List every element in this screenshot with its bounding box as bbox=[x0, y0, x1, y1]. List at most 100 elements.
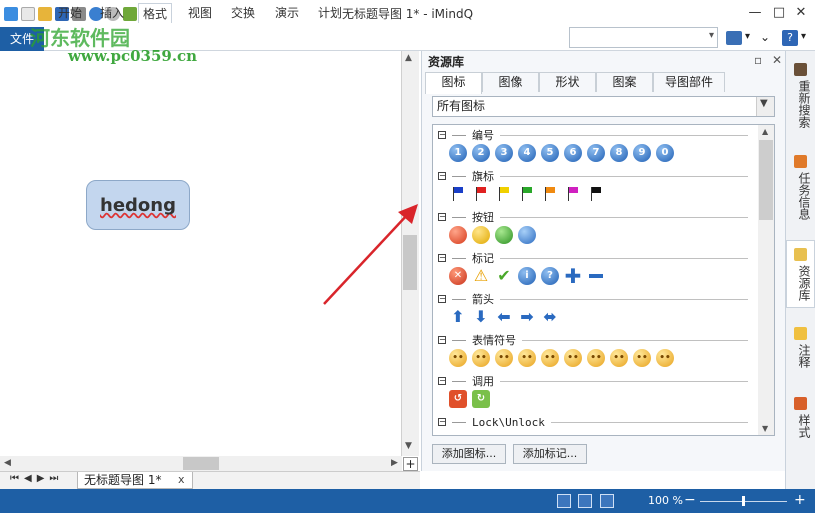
group-header-arrows[interactable]: − 箭头 bbox=[438, 292, 748, 306]
tab-exchange[interactable]: 交换 bbox=[227, 3, 259, 23]
smile-9-icon[interactable]: •• bbox=[633, 349, 651, 367]
collapse-icon[interactable]: − bbox=[438, 131, 446, 139]
zoom-out-button[interactable]: − bbox=[684, 492, 696, 508]
canvas-horizontal-scroll-thumb[interactable] bbox=[183, 457, 219, 470]
zoom-in-button[interactable]: + bbox=[794, 492, 806, 508]
tab-shapes[interactable]: 形状 bbox=[539, 72, 596, 92]
maximize-button[interactable]: □ bbox=[768, 4, 790, 22]
number-5-icon[interactable]: 5 bbox=[541, 144, 559, 162]
number-2-icon[interactable]: 2 bbox=[472, 144, 490, 162]
group-header-flags[interactable]: − 旗标 bbox=[438, 169, 748, 183]
close-button[interactable]: ✕ bbox=[790, 4, 812, 22]
tab-patterns[interactable]: 图案 bbox=[596, 72, 653, 92]
tab-plan[interactable]: 计划 bbox=[314, 3, 346, 23]
sidebar-item-library[interactable]: 资源库 bbox=[789, 265, 813, 301]
collapse-icon[interactable]: − bbox=[438, 377, 446, 385]
group-header-emoticons[interactable]: − 表情符号 bbox=[438, 333, 748, 347]
tab-home[interactable]: 开始 bbox=[54, 3, 86, 23]
arrow-down-icon[interactable]: ⬇ bbox=[472, 308, 490, 326]
search-input[interactable] bbox=[569, 27, 718, 48]
number-6-icon[interactable]: 6 bbox=[564, 144, 582, 162]
number-7-icon[interactable]: 7 bbox=[587, 144, 605, 162]
number-8-icon[interactable]: 8 bbox=[610, 144, 628, 162]
tab-view[interactable]: 视图 bbox=[184, 3, 216, 23]
scroll-right-icon[interactable]: ▶ bbox=[391, 458, 398, 468]
number-3-icon[interactable]: 3 bbox=[495, 144, 513, 162]
number-1-icon[interactable]: 1 bbox=[449, 144, 467, 162]
group-header-marks[interactable]: − 标记 bbox=[438, 251, 748, 265]
collapse-icon[interactable]: − bbox=[438, 213, 446, 221]
flag-orange-icon[interactable] bbox=[541, 185, 559, 203]
help-dropdown-icon[interactable]: ▾ bbox=[801, 31, 806, 42]
add-sheet-icon[interactable]: + bbox=[403, 457, 418, 471]
smile-1-icon[interactable]: •• bbox=[449, 349, 467, 367]
flag-red-icon[interactable] bbox=[472, 185, 490, 203]
question-icon[interactable]: ? bbox=[541, 267, 559, 285]
sidebar-item-task-info[interactable]: 任务信息 bbox=[789, 172, 813, 220]
smile-3-icon[interactable]: •• bbox=[495, 349, 513, 367]
canvas-vertical-scroll-thumb[interactable] bbox=[403, 235, 417, 290]
fit-width-icon[interactable] bbox=[578, 494, 592, 508]
button-yellow-icon[interactable] bbox=[472, 226, 490, 244]
minimize-button[interactable]: — bbox=[744, 4, 766, 22]
map-canvas[interactable] bbox=[0, 51, 402, 456]
group-header-lock-unlock[interactable]: − Lock\Unlock bbox=[438, 415, 748, 429]
help-button[interactable]: ? bbox=[782, 30, 798, 46]
topic-node[interactable]: hedong bbox=[86, 180, 190, 230]
plus-icon[interactable]: ✚ bbox=[564, 266, 582, 286]
collapse-icon[interactable]: − bbox=[438, 418, 446, 426]
flag-black-icon[interactable] bbox=[587, 185, 605, 203]
zoom-slider-thumb[interactable] bbox=[742, 496, 745, 506]
scroll-up-icon[interactable]: ▲ bbox=[405, 53, 412, 63]
warning-icon[interactable]: ⚠ bbox=[472, 267, 490, 285]
minus-icon[interactable] bbox=[587, 267, 605, 285]
scroll-left-icon[interactable]: ◀ bbox=[4, 458, 11, 468]
flag-magenta-icon[interactable] bbox=[564, 185, 582, 203]
button-green-icon[interactable] bbox=[495, 226, 513, 244]
document-tab-close-icon[interactable]: x bbox=[178, 473, 185, 486]
icon-filter-select[interactable]: 所有图标 bbox=[432, 96, 775, 117]
group-header-buttons[interactable]: − 按钮 bbox=[438, 210, 748, 224]
call-red-icon[interactable]: ↺ bbox=[449, 390, 467, 408]
arrow-left-right-icon[interactable]: ⬌ bbox=[541, 308, 559, 326]
sheet-nav-icons[interactable]: ⏮◀▶⏭ bbox=[10, 473, 63, 484]
options-dropdown-icon[interactable]: ▾ bbox=[745, 31, 750, 42]
scroll-down-icon[interactable]: ▼ bbox=[405, 441, 412, 451]
group-header-calls[interactable]: − 调用 bbox=[438, 374, 748, 388]
flag-blue-icon[interactable] bbox=[449, 185, 467, 203]
smile-4-icon[interactable]: •• bbox=[518, 349, 536, 367]
collapse-ribbon-icon[interactable]: ⌄ bbox=[760, 30, 770, 44]
number-0-icon[interactable]: 0 bbox=[656, 144, 674, 162]
fit-page-icon[interactable] bbox=[557, 494, 571, 508]
group-header-numbers[interactable]: − 编号 bbox=[438, 128, 748, 142]
flag-green-icon[interactable] bbox=[518, 185, 536, 203]
number-4-icon[interactable]: 4 bbox=[518, 144, 536, 162]
collapse-icon[interactable]: − bbox=[438, 295, 446, 303]
sidebar-item-style[interactable]: 样式 bbox=[789, 414, 813, 438]
flag-yellow-icon[interactable] bbox=[495, 185, 513, 203]
arrow-up-icon[interactable]: ⬆ bbox=[449, 308, 467, 326]
panel-pin-icon[interactable]: ▫ bbox=[754, 53, 762, 67]
arrow-right-icon[interactable]: ➡ bbox=[518, 308, 536, 326]
number-9-icon[interactable]: 9 bbox=[633, 144, 651, 162]
info-icon[interactable]: i bbox=[518, 267, 536, 285]
add-icon-button[interactable]: 添加图标... bbox=[432, 444, 506, 464]
actual-size-icon[interactable] bbox=[600, 494, 614, 508]
options-icon[interactable] bbox=[726, 31, 742, 45]
smile-7-icon[interactable]: •• bbox=[587, 349, 605, 367]
smile-6-icon[interactable]: •• bbox=[564, 349, 582, 367]
sidebar-item-research[interactable]: 重新搜索 bbox=[789, 80, 813, 128]
document-tab[interactable]: 无标题导图 1* bbox=[77, 472, 193, 489]
tab-images[interactable]: 图像 bbox=[482, 72, 539, 92]
smile-8-icon[interactable]: •• bbox=[610, 349, 628, 367]
button-red-icon[interactable] bbox=[449, 226, 467, 244]
smile-5-icon[interactable]: •• bbox=[541, 349, 559, 367]
icon-list-scroll-up-icon[interactable]: ▲ bbox=[762, 127, 768, 136]
collapse-icon[interactable]: − bbox=[438, 172, 446, 180]
smile-2-icon[interactable]: •• bbox=[472, 349, 490, 367]
tab-present[interactable]: 演示 bbox=[271, 3, 303, 23]
button-blue-icon[interactable] bbox=[518, 226, 536, 244]
collapse-icon[interactable]: − bbox=[438, 336, 446, 344]
sidebar-item-notes[interactable]: 注释 bbox=[789, 344, 813, 368]
check-icon[interactable]: ✔ bbox=[495, 267, 513, 285]
